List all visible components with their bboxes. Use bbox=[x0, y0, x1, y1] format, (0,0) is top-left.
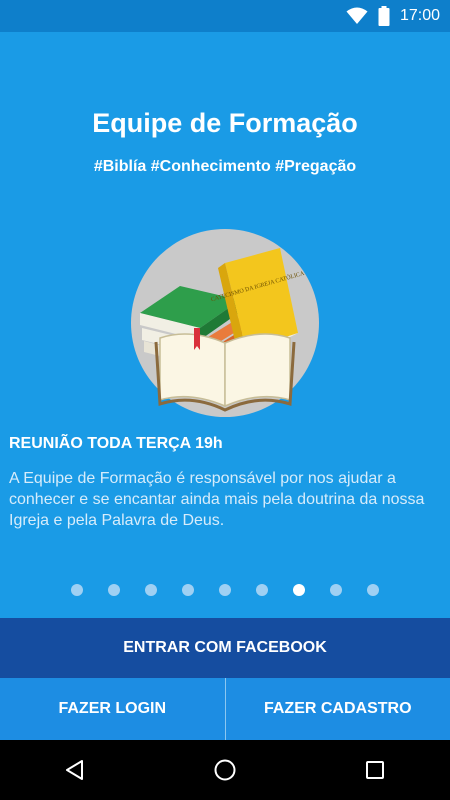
slide-tags: #Biblía #Conhecimento #Pregação bbox=[93, 158, 357, 175]
slide-title: Equipe de Formação bbox=[92, 108, 358, 138]
wifi-icon bbox=[346, 7, 368, 24]
page-dot-active bbox=[293, 584, 305, 596]
status-time: 17:00 bbox=[399, 7, 440, 24]
page-dot bbox=[256, 584, 268, 596]
status-icons: 17:00 bbox=[346, 6, 440, 26]
page-dot bbox=[330, 584, 342, 596]
slide-description: A Equipe de Formação é responsável por n… bbox=[9, 470, 425, 529]
recents-icon bbox=[366, 761, 384, 779]
page-dot bbox=[108, 584, 120, 596]
page-dot bbox=[145, 584, 157, 596]
nav-home-button[interactable] bbox=[195, 740, 255, 800]
signup-button[interactable]: FAZER CADASTRO bbox=[225, 678, 450, 740]
login-button[interactable]: FAZER LOGIN bbox=[0, 678, 225, 740]
system-nav-bar bbox=[0, 740, 450, 800]
auth-buttons-row: FAZER LOGIN FAZER CADASTRO bbox=[0, 678, 450, 740]
page-indicator bbox=[0, 584, 450, 596]
back-icon bbox=[66, 760, 83, 780]
nav-back-button[interactable] bbox=[45, 740, 105, 800]
slide-heading: REUNIÃO TODA TERÇA 19h bbox=[9, 435, 223, 452]
page-dot bbox=[182, 584, 194, 596]
onboarding-slide[interactable]: Equipe de Formação #Biblía #Conhecimento… bbox=[0, 32, 450, 618]
home-icon bbox=[214, 759, 236, 781]
status-bar: 17:00 bbox=[0, 0, 450, 32]
nav-recents-button[interactable] bbox=[345, 740, 405, 800]
page-dot bbox=[367, 584, 379, 596]
battery-icon bbox=[378, 6, 390, 26]
page-dot bbox=[71, 584, 83, 596]
page-dot bbox=[219, 584, 231, 596]
books-illustration: CATECISMO DA IGREJA CATÓLICA bbox=[131, 229, 319, 417]
facebook-login-button[interactable]: ENTRAR COM FACEBOOK bbox=[0, 618, 450, 678]
